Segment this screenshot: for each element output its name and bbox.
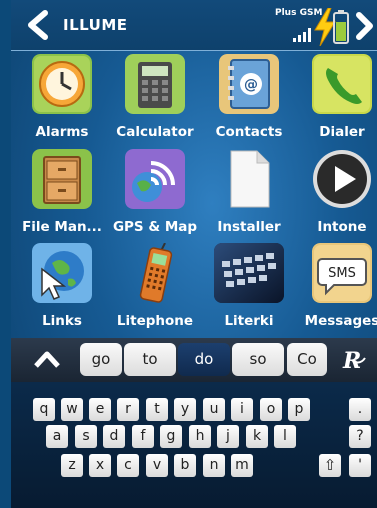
key-g[interactable]: g [160,425,182,448]
key-d[interactable]: d [103,425,125,448]
document-icon [230,150,270,208]
key-j[interactable]: j [217,425,239,448]
key-y[interactable]: y [174,398,196,421]
key-k[interactable]: k [246,425,268,448]
key-t[interactable]: t [146,398,168,421]
key-i[interactable]: i [231,398,253,421]
app-label: File Man... [22,219,102,235]
key-b[interactable]: b [174,454,196,477]
signal-icon [293,28,311,42]
key-c[interactable]: c [117,454,139,477]
chevron-left-icon[interactable] [25,10,51,40]
app-file-manager[interactable]: File Man... [12,149,112,239]
key-m[interactable]: m [231,454,253,477]
address-book-icon: @ [219,54,279,114]
key-h[interactable]: h [189,425,211,448]
app-messages[interactable]: SMS Messages [292,243,377,333]
key-v[interactable]: v [146,454,168,477]
svg-text:R: R [342,348,361,374]
key-s[interactable]: s [75,425,97,448]
app-label: Dialer [319,124,365,140]
app-label: Litephone [116,313,194,329]
key-o[interactable]: o [260,398,282,421]
key-apostrophe[interactable]: ' [349,454,371,477]
suggestion-item[interactable]: Co [287,343,327,376]
suggestion-bar: go to do so Co R [11,338,377,382]
key-f[interactable]: f [132,425,154,448]
key-question[interactable]: ? [349,425,371,448]
key-n[interactable]: n [203,454,225,477]
app-contacts[interactable]: @ Contacts [199,54,299,144]
suggestion-item[interactable]: to [124,343,176,376]
sms-icon: SMS [312,243,372,303]
key-q[interactable]: q [33,398,55,421]
suggestion-item-active[interactable]: do [178,343,230,376]
app-label: Alarms [35,124,89,140]
key-r[interactable]: r [117,398,139,421]
key-e[interactable]: e [89,398,111,421]
keyboard-icon [214,243,284,303]
clock-icon [32,54,92,114]
app-title: ILLUME [63,16,128,34]
key-a[interactable]: a [46,425,68,448]
app-literki[interactable]: Literki [199,243,299,333]
app-label: Literki [224,313,274,329]
suggestion-item[interactable]: so [232,343,284,376]
play-icon [313,150,371,208]
key-p[interactable]: p [288,398,310,421]
battery-icon [333,10,349,44]
shift-key[interactable]: ⇧ [319,454,341,477]
key-period[interactable]: . [349,398,371,421]
app-label: Calculator [116,124,194,140]
app-dialer[interactable]: Dialer [292,54,377,144]
app-label: Installer [217,219,281,235]
app-links[interactable]: Links [12,243,112,333]
app-litephone[interactable]: Litephone [105,243,205,333]
phone-icon [312,54,372,114]
key-l[interactable]: l [274,425,296,448]
sms-badge: SMS [328,266,356,281]
chevron-right-icon[interactable] [354,12,374,40]
app-gps-map[interactable]: GPS & Map [105,149,205,239]
chevron-up-icon[interactable] [33,350,61,368]
app-calculator[interactable]: Calculator [105,54,205,144]
mobile-phone-icon [139,243,173,303]
cabinet-icon [32,149,92,209]
key-u[interactable]: u [203,398,225,421]
app-alarms[interactable]: Alarms [12,54,112,144]
app-label: Messages [304,313,377,329]
app-label: Contacts [215,124,283,140]
svg-text:@: @ [244,77,258,93]
key-x[interactable]: x [89,454,111,477]
app-intone[interactable]: Intone [292,149,377,239]
key-z[interactable]: z [61,454,83,477]
gps-icon [125,149,185,209]
keyboard: q w e r t y u i o p . a s d f g h j k l … [11,382,377,508]
app-label: Intone [317,219,367,235]
suggestion-item[interactable]: go [80,343,122,376]
app-label: Links [42,313,82,329]
globe-cursor-icon [32,243,92,303]
calculator-icon [125,54,185,114]
key-w[interactable]: w [61,398,83,421]
app-installer[interactable]: Installer [199,149,299,239]
header-bar: ILLUME Plus GSM [11,0,377,51]
app-label: GPS & Map [112,219,198,235]
handwriting-icon[interactable]: R [341,346,369,374]
screen: ILLUME Plus GSM Alarms Calculator @ Cont… [11,0,377,508]
